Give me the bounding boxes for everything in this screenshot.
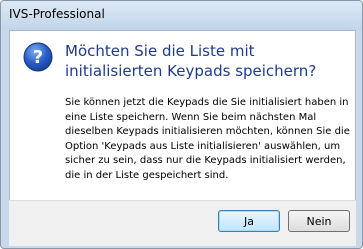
body-line: sicher zu sein, dass nur die Keypads ini… [65,155,346,167]
window-title: IVS-Professional [9,7,105,21]
yes-button[interactable]: Ja [218,210,280,232]
button-row: Ja Nein [9,200,356,246]
body-text: Sie können jetzt die Keypads die Sie ini… [65,96,350,184]
dialog-content: ? Möchten Sie die Liste mit initialisier… [9,30,356,201]
body-line: die in der Liste gespeichert sind. [65,169,229,181]
body-line: Option 'Keypads aus Liste initialisieren… [65,140,341,152]
body-line: dieselben Keypads initialisieren möchten… [65,126,350,138]
body-line: Sie können jetzt die Keypads die Sie ini… [65,97,349,108]
main-instruction: Möchten Sie die Liste mit initialisierte… [65,42,317,80]
no-button[interactable]: Nein [288,210,350,232]
svg-text:?: ? [33,47,43,68]
question-icon: ? [23,42,53,72]
dialog-window: IVS-Professional ? Möchten Sie die Liste… [0,0,363,249]
title-bar[interactable]: IVS-Professional [1,1,362,30]
body-line: eine Liste speichern. Wenn Sie beim näch… [65,111,317,123]
